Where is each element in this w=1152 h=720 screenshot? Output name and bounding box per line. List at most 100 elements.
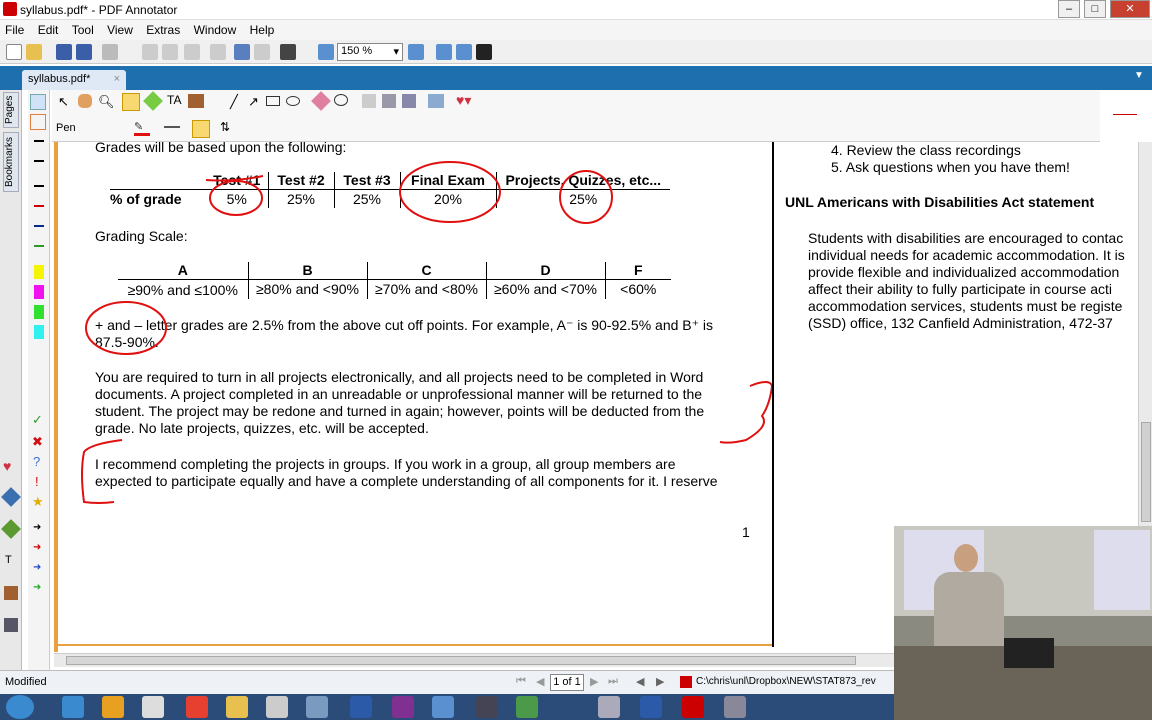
horizontal-scrollbar[interactable] [54, 653, 894, 667]
app-icon[interactable] [266, 696, 288, 718]
paste-icon[interactable] [184, 44, 200, 60]
back-icon[interactable]: ◀ [636, 675, 644, 688]
insert-image-icon[interactable] [362, 94, 376, 108]
pin-icon[interactable] [4, 618, 18, 632]
tab-bookmarks[interactable]: Bookmarks [3, 132, 19, 192]
menu-view[interactable]: View [102, 20, 138, 40]
question-icon[interactable]: ? [33, 454, 40, 469]
maximize-button[interactable]: □ [1084, 0, 1106, 18]
forward-icon[interactable]: ▶ [656, 675, 664, 688]
menu-help[interactable]: Help [245, 20, 280, 40]
ellipse-tool-icon[interactable] [286, 96, 300, 106]
arrow-green-icon[interactable]: ➜ [33, 582, 41, 593]
scroll-thumb[interactable] [66, 656, 856, 665]
select-arrow-icon[interactable]: ↖ [58, 94, 69, 110]
favorites-icon[interactable]: ♥▾ [456, 92, 471, 109]
zoom-in-icon[interactable] [408, 44, 424, 60]
app-icon[interactable] [476, 696, 498, 718]
cross-icon[interactable]: ✖ [32, 434, 43, 450]
explorer-icon[interactable] [226, 696, 248, 718]
scroll-thumb[interactable] [1141, 422, 1151, 522]
line-red-swatch[interactable] [34, 205, 44, 207]
hand-icon[interactable] [78, 94, 92, 108]
last-page-icon[interactable]: ⏭ [608, 675, 618, 688]
text-tool-icon[interactable]: TA [167, 93, 181, 107]
cyan-swatch[interactable] [34, 325, 44, 339]
stamp-icon[interactable] [4, 586, 18, 600]
next-page-icon[interactable]: ▶ [590, 675, 598, 688]
word-icon[interactable] [350, 696, 372, 718]
new-icon[interactable] [6, 44, 22, 60]
print-icon[interactable] [102, 44, 118, 60]
first-page-icon[interactable]: ⏮ [516, 675, 526, 688]
star-icon[interactable]: ★ [32, 494, 44, 510]
line-black-swatch[interactable] [34, 160, 44, 162]
app-icon[interactable] [598, 696, 620, 718]
yellow-swatch[interactable] [34, 265, 44, 279]
cut-icon[interactable] [142, 44, 158, 60]
start-orb[interactable] [6, 695, 34, 719]
pen-tool-icon[interactable] [122, 93, 140, 111]
copy-icon[interactable] [162, 44, 178, 60]
menu-edit[interactable]: Edit [33, 20, 64, 40]
exclamation-icon[interactable]: ! [35, 474, 39, 489]
tab-list-icon[interactable]: ▼ [1134, 70, 1144, 81]
save-icon[interactable] [56, 44, 72, 60]
line-green-swatch[interactable] [34, 245, 44, 247]
ie-icon[interactable] [62, 696, 84, 718]
line-black-swatch[interactable] [34, 140, 44, 142]
minimize-button[interactable]: – [1058, 0, 1080, 18]
onenote-icon[interactable] [392, 696, 414, 718]
magenta-swatch[interactable] [34, 285, 44, 299]
highlighter-icon[interactable] [1, 519, 21, 539]
save-all-icon[interactable] [76, 44, 92, 60]
split-divider[interactable] [772, 142, 774, 647]
pen-color-icon[interactable]: ✎ [134, 120, 150, 136]
text-tool-icon[interactable]: T [5, 554, 12, 566]
arrow-red-icon[interactable]: ➜ [33, 542, 41, 553]
outlook-icon[interactable] [102, 696, 124, 718]
pressure-icon[interactable] [192, 120, 210, 138]
zoom-out-icon[interactable] [318, 44, 334, 60]
app-icon[interactable] [432, 696, 454, 718]
menu-window[interactable]: Window [189, 20, 242, 40]
line-blue-swatch[interactable] [34, 225, 44, 227]
r-icon[interactable] [640, 696, 662, 718]
fullscreen-icon[interactable] [476, 44, 492, 60]
app-icon[interactable] [724, 696, 746, 718]
comment-icon[interactable] [334, 94, 348, 106]
snap-icon[interactable]: ⇅ [220, 120, 230, 134]
snapshot-icon[interactable] [382, 94, 396, 108]
zoom-icon[interactable]: 🔍︎ [98, 94, 115, 110]
eraser-icon[interactable] [311, 91, 331, 111]
stamp-tool-icon[interactable] [188, 94, 204, 108]
zoom-select[interactable]: 150 % ▾ [337, 43, 403, 61]
line-width-icon[interactable] [164, 126, 180, 128]
pdf-annotator-active-icon[interactable] [682, 696, 704, 718]
highlighter-tool-icon[interactable] [143, 91, 163, 111]
menu-tool[interactable]: Tool [67, 20, 99, 40]
line-black-swatch[interactable] [34, 185, 44, 187]
app-icon[interactable] [306, 696, 328, 718]
find-icon[interactable] [280, 44, 296, 60]
document-page[interactable]: Grades will be based upon the following:… [54, 142, 894, 652]
tab-pages[interactable]: Pages [3, 92, 19, 128]
app-icon[interactable] [516, 696, 538, 718]
tab-close-icon[interactable]: × [114, 73, 120, 85]
link-icon[interactable] [402, 94, 416, 108]
rectangle-tool-icon[interactable] [266, 96, 280, 106]
fit-width-icon[interactable] [456, 44, 472, 60]
ink-annotations[interactable] [58, 142, 778, 522]
line-tool-icon[interactable]: ╱ [230, 94, 238, 110]
open-icon[interactable] [26, 44, 42, 60]
heart-icon[interactable]: ♥ [3, 458, 19, 474]
undo-icon[interactable] [234, 44, 250, 60]
pen-icon[interactable] [1, 487, 21, 507]
arrow-tool-icon[interactable]: ↗ [248, 94, 259, 110]
chrome-icon[interactable] [186, 696, 208, 718]
menu-file[interactable]: File [0, 20, 29, 40]
fit-height-icon[interactable] [436, 44, 452, 60]
arrow-black-icon[interactable]: ➜ [33, 522, 41, 533]
close-button[interactable]: ✕ [1110, 0, 1150, 18]
green-swatch[interactable] [34, 305, 44, 319]
